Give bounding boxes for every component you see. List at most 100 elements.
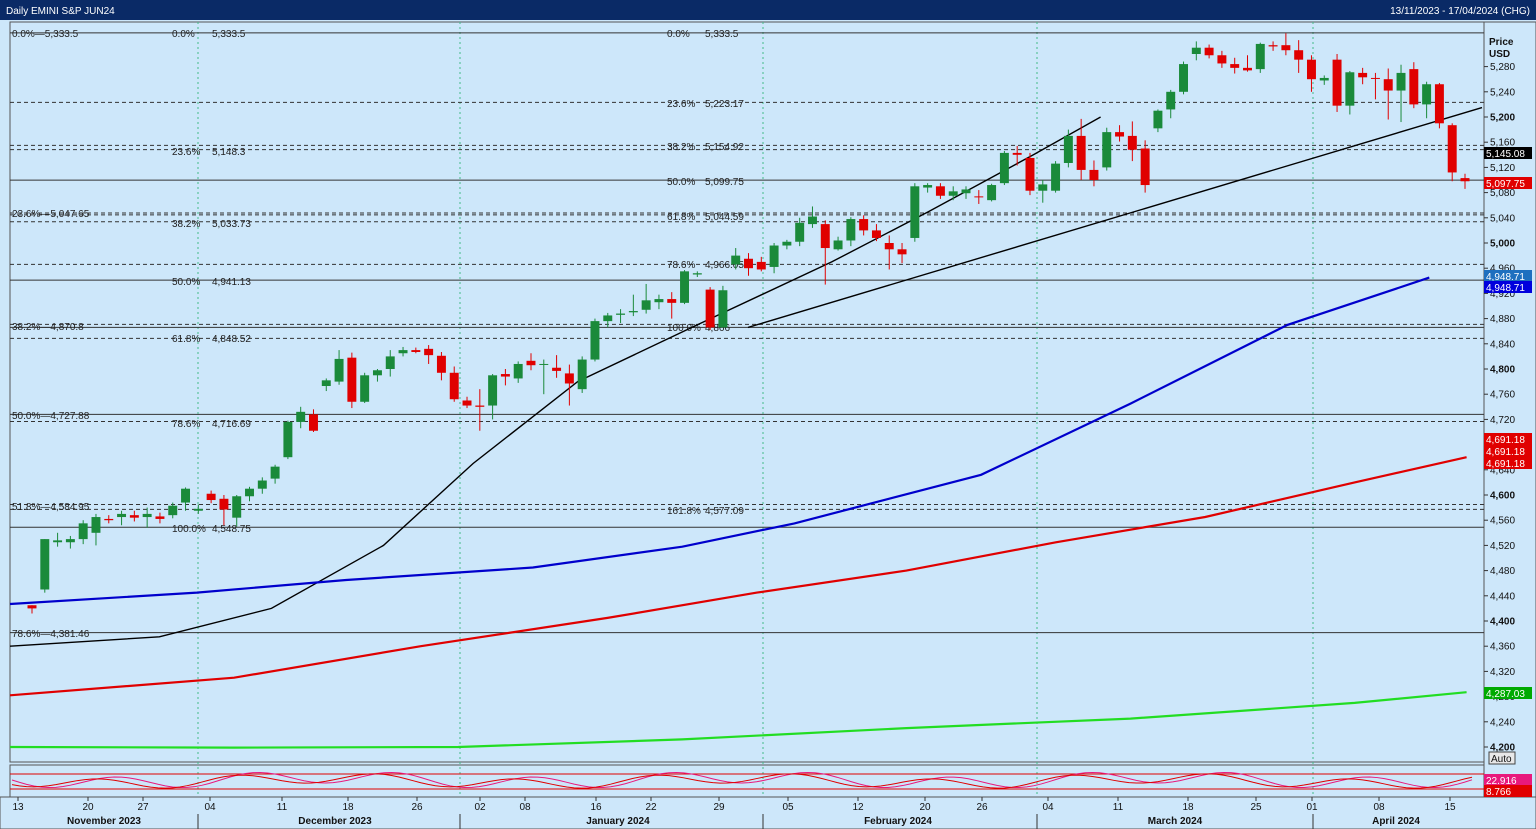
candle-body <box>104 518 114 521</box>
date-tick-label: 18 <box>1182 802 1194 813</box>
month-label: November 2023 <box>67 816 141 827</box>
candle-body <box>1063 135 1073 163</box>
price-tick-label: 5,280 <box>1490 62 1515 73</box>
candle-body <box>78 523 88 540</box>
candle-body <box>283 421 293 458</box>
candle-body <box>871 230 881 238</box>
candle-body <box>449 372 459 400</box>
candle-body <box>1383 79 1393 91</box>
fib-label: 50.0% <box>667 177 695 188</box>
candle-body <box>1012 152 1022 155</box>
price-tick-label: 4,760 <box>1490 390 1515 401</box>
date-tick-label: 18 <box>342 802 354 813</box>
candle-body <box>628 311 638 313</box>
candle-body <box>1204 47 1214 56</box>
price-tag-label: 4,948.71 <box>1486 283 1525 294</box>
month-label: December 2023 <box>298 816 372 827</box>
candle-body <box>654 299 664 303</box>
candle-body <box>1268 45 1278 47</box>
date-tick-label: 13 <box>12 802 24 813</box>
month-label: February 2024 <box>864 816 932 827</box>
fib-label: 78.6% <box>172 419 200 430</box>
candle-body <box>1166 91 1176 110</box>
fib-label: 4,941.13 <box>212 277 251 288</box>
candle-body <box>1319 77 1329 81</box>
candle-body <box>232 496 242 518</box>
fib-label: 38.2% <box>172 219 200 230</box>
candle-body <box>1179 64 1188 92</box>
candle-body <box>1345 72 1355 106</box>
date-tick-label: 02 <box>474 802 486 813</box>
candle-body <box>1153 110 1163 129</box>
candle-body <box>1447 125 1457 173</box>
fib-label: 100.0% <box>667 323 701 334</box>
candle-body <box>462 400 472 406</box>
price-tag-label: 5,145.08 <box>1486 149 1525 160</box>
candle-body <box>910 186 920 238</box>
date-tick-label: 08 <box>519 802 531 813</box>
price-tick-label: 4,520 <box>1490 541 1515 552</box>
chart-title: Daily EMINI S&P JUN24 <box>6 6 115 17</box>
candle-body <box>270 466 280 479</box>
candle-body <box>756 261 766 270</box>
price-tick-label: 4,560 <box>1490 516 1515 527</box>
price-tick-label: 5,200 <box>1490 113 1515 124</box>
candle-body <box>1306 59 1316 80</box>
fib-label: 5,148.3 <box>212 147 246 158</box>
price-tick-label: 4,880 <box>1490 314 1515 325</box>
candle-body <box>27 605 37 609</box>
price-tick-label: 5,000 <box>1490 239 1515 250</box>
candle-body <box>398 350 408 354</box>
candle-body <box>1294 50 1304 60</box>
fib-label: 5,333.5 <box>705 29 739 40</box>
price-tick-label: 4,400 <box>1490 617 1515 628</box>
candle-body <box>1115 132 1125 137</box>
month-label: March 2024 <box>1148 816 1203 827</box>
price-tick-label: 5,240 <box>1490 87 1515 98</box>
candle-body <box>539 363 549 365</box>
price-tag-label: 4,691.18 <box>1486 435 1525 446</box>
candle-body <box>859 219 869 231</box>
fib-label: 4,577.09 <box>705 506 744 517</box>
fib-label: 51.8%—4,584.95 <box>12 502 90 513</box>
candle-body <box>1191 47 1201 54</box>
candle-body <box>513 363 523 379</box>
candle-body <box>1051 163 1061 191</box>
candle-body <box>884 243 894 250</box>
price-tag-label: 4,691.18 <box>1486 447 1525 458</box>
candle-body <box>744 258 753 269</box>
candle-body <box>1332 59 1342 106</box>
candle-body <box>488 375 498 406</box>
candle-body <box>257 480 267 489</box>
candle-body <box>820 224 830 249</box>
price-tick-label: 4,440 <box>1490 591 1515 602</box>
candle-body <box>1076 135 1086 170</box>
candle-body <box>436 355 446 373</box>
auto-scale-label: Auto <box>1491 754 1512 765</box>
candle-body <box>1281 45 1291 51</box>
date-range: 13/11/2023 - 17/04/2024 (CHG) <box>1390 6 1530 17</box>
candle-body <box>360 375 370 402</box>
price-tick-label: 5,040 <box>1490 213 1515 224</box>
candle-body <box>692 273 702 275</box>
candle-body <box>705 289 715 328</box>
price-tick-label: 4,800 <box>1490 365 1515 376</box>
fib-label: 23.6%—5,047.65 <box>12 209 90 220</box>
date-tick-label: 11 <box>1113 802 1124 813</box>
candle-body <box>795 222 805 242</box>
candle-body <box>603 315 613 322</box>
fib-label: 5,033.73 <box>212 219 251 230</box>
month-label: April 2024 <box>1372 816 1420 827</box>
date-tick-label: 20 <box>82 802 94 813</box>
fib-label: 100.0% <box>172 524 206 535</box>
fib-label: 4,848.52 <box>212 334 251 345</box>
candle-body <box>1089 169 1099 180</box>
candle-body <box>807 216 817 225</box>
candle-body <box>1409 69 1419 105</box>
candle-body <box>1243 67 1252 71</box>
date-tick-label: 11 <box>277 802 288 813</box>
fib-label: 38.2%—4,870.8 <box>12 322 84 333</box>
date-tick-label: 12 <box>852 802 864 813</box>
candle-body <box>1358 72 1368 78</box>
fib-label: 23.6% <box>172 147 200 158</box>
